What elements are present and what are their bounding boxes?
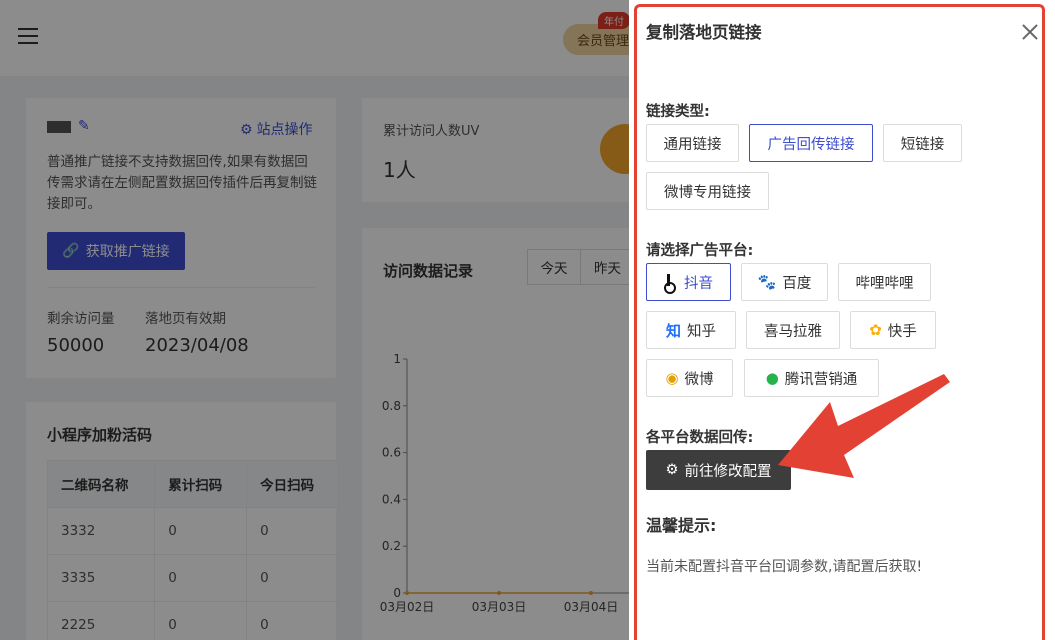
platform-ximalaya[interactable]: 喜马拉雅 bbox=[746, 311, 840, 349]
platform-label-text: 快手 bbox=[887, 323, 917, 340]
close-icon[interactable] bbox=[1019, 21, 1041, 43]
link-type-label: 链接类型: bbox=[646, 104, 710, 120]
link-type-weibo[interactable]: 微博专用链接 bbox=[646, 172, 769, 210]
zhihu-icon: 知 bbox=[665, 321, 681, 340]
platform-label-text: 抖音 bbox=[684, 275, 713, 292]
weibo-icon: ◉ bbox=[665, 369, 679, 387]
tiktok-icon bbox=[664, 274, 678, 294]
platform-baidu[interactable]: 🐾 百度 bbox=[741, 263, 828, 301]
tip-title: 温馨提示: bbox=[646, 516, 717, 535]
kuaishou-icon: ✿ bbox=[869, 321, 882, 339]
baidu-icon: 🐾 bbox=[757, 273, 777, 291]
platform-label-text: 微博 bbox=[684, 371, 714, 388]
platform-label: 请选择广告平台: bbox=[646, 243, 754, 259]
platform-weibo[interactable]: ◉ 微博 bbox=[646, 359, 733, 397]
callback-label: 各平台数据回传: bbox=[646, 430, 754, 446]
dialog-title: 复制落地页链接 bbox=[646, 23, 762, 42]
platform-zhihu[interactable]: 知知乎 bbox=[646, 311, 736, 349]
link-type-short[interactable]: 短链接 bbox=[883, 124, 962, 162]
platform-kuaishou[interactable]: ✿ 快手 bbox=[850, 311, 936, 349]
link-type-ad-callback[interactable]: 广告回传链接 bbox=[749, 124, 873, 162]
annotation-arrow bbox=[778, 374, 950, 478]
link-type-general[interactable]: 通用链接 bbox=[646, 124, 739, 162]
platform-label-text: 知乎 bbox=[687, 323, 716, 340]
platform-douyin[interactable]: 抖音 bbox=[646, 263, 731, 301]
config-button-label: 前往修改配置 bbox=[684, 463, 772, 480]
tip-text: 当前未配置抖音平台回调参数,请配置后获取! bbox=[646, 559, 923, 575]
gear-icon: ⚙ bbox=[665, 462, 679, 478]
platform-bilibili[interactable]: 哔哩哔哩 bbox=[838, 263, 931, 301]
platform-label-text: 百度 bbox=[782, 275, 812, 292]
